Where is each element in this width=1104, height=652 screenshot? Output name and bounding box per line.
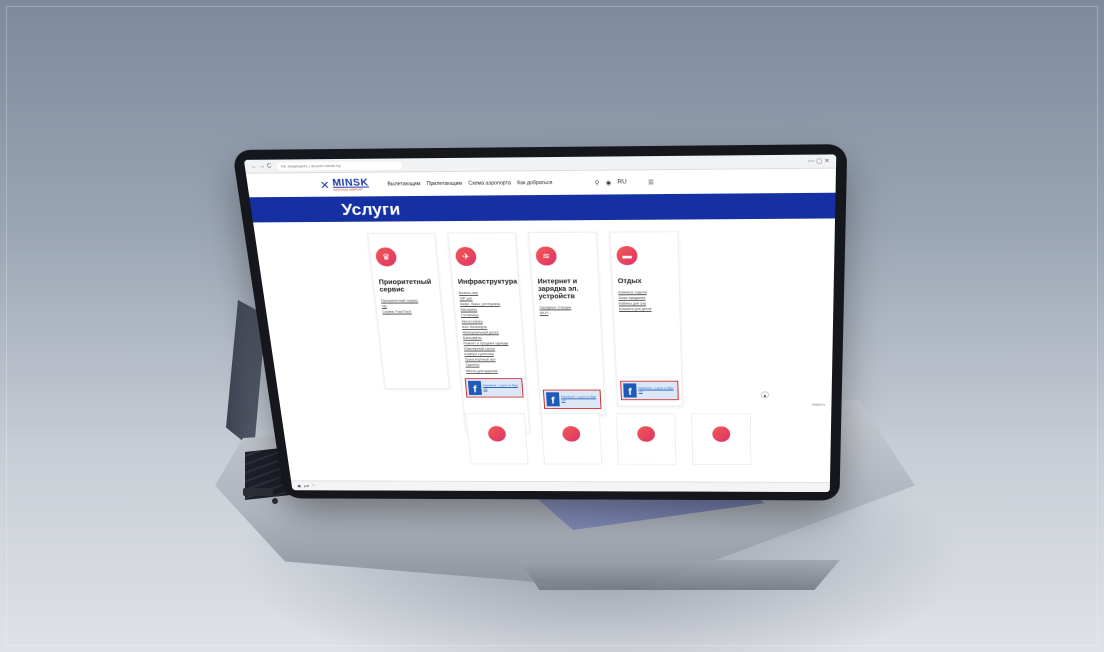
window-controls[interactable]: — ▢ ✕ <box>808 158 830 165</box>
crown-icon: ♛ <box>375 247 397 266</box>
card-links: Комнаты отдыха Зоны ожидания Кабины для … <box>618 289 674 312</box>
site-logo[interactable]: ✕ MINSK NATIONAL AIRPORT <box>319 178 369 191</box>
menu-item-departures[interactable]: Вылетающим <box>387 181 421 187</box>
bed-icon: ▬ <box>616 246 638 265</box>
hero-banner: Услуги <box>249 193 835 223</box>
card-links: Зарядные станции Wi-Fi <box>539 305 595 316</box>
chevron-up-icon[interactable]: ⌃ <box>312 484 316 488</box>
cookie-notice[interactable]: Закрыть <box>812 403 826 407</box>
language-switch[interactable]: RU <box>617 179 626 185</box>
facebook-link[interactable]: Facebook – Log in or Sign Up <box>483 384 520 391</box>
card-title: Интернет и зарядка эл. устройств <box>537 279 594 302</box>
download-bar: ▣ pdf ⌃ <box>291 480 830 492</box>
facebook-link[interactable]: Facebook – Log in or Sign Up <box>561 396 598 403</box>
laptop-bezel: ← → C Не защищено | airport-minsk.by — ▢… <box>232 144 847 500</box>
card-rest: ▬ Отдых Комнаты отдыха Зоны ожидания Каб… <box>609 231 683 406</box>
menu-item-airport-map[interactable]: Схема аэропорта <box>468 180 511 186</box>
service-icon <box>562 426 581 441</box>
facebook-icon: f <box>623 383 637 397</box>
address-bar[interactable]: Не защищено | airport-minsk.by <box>276 161 402 170</box>
facebook-widget[interactable]: f Facebook – Log in or Sign Up <box>543 390 602 409</box>
facebook-link[interactable]: Facebook – Log in or Sign Up <box>638 387 675 394</box>
page-title: Услуги <box>341 200 402 220</box>
browser-nav-buttons[interactable]: ← → C <box>251 163 272 169</box>
card-links: Бизнес-зал VIP-зал Кафе, бары, рестораны… <box>459 290 520 373</box>
menu-item-how-to-get[interactable]: Как добраться <box>517 180 553 186</box>
card-title: Приоритетный сервис <box>378 279 434 294</box>
card-link[interactable]: Место для курения <box>466 368 520 373</box>
hamburger-icon[interactable]: ☰ <box>648 179 654 186</box>
card-links: Приоритетный сервис Vip Сервис FastTrack <box>381 298 437 315</box>
main-menu: Вылетающим Прилетающим Схема аэропорта К… <box>387 180 552 187</box>
globe-icon[interactable]: ◉ <box>606 179 612 186</box>
logo-text: MINSK NATIONAL AIRPORT <box>332 178 370 191</box>
card-next-row <box>616 413 677 464</box>
card-infrastructure: ✈ Инфраструктура Бизнес-зал VIP-зал Кафе… <box>447 232 530 432</box>
card-link[interactable]: Сервис FastTrack <box>382 309 437 315</box>
card-priority-service: ♛ Приоритетный сервис Приоритетный серви… <box>367 233 450 389</box>
search-icon[interactable]: ⚲ <box>594 179 599 186</box>
card-link[interactable]: Комната для детей <box>619 307 675 313</box>
facebook-widget[interactable]: f Facebook – Log in or Sign Up <box>620 381 679 400</box>
scroll-top-button[interactable]: ▲ <box>761 391 769 398</box>
menu-item-arrivals[interactable]: Прилетающим <box>426 181 462 187</box>
facebook-widget[interactable]: f Facebook – Log in or Sign Up <box>465 378 524 397</box>
card-next-row <box>691 413 751 465</box>
card-internet-charging: ≋ Интернет и зарядка эл. устройств Заряд… <box>528 232 606 415</box>
header-tools: ⚲ ◉ RU ☰ <box>594 179 653 186</box>
download-file-name[interactable]: pdf <box>304 484 310 488</box>
card-link[interactable]: Wi-Fi <box>540 310 595 316</box>
file-icon: ▣ <box>297 484 301 488</box>
service-icon <box>488 426 507 441</box>
service-icon <box>712 426 730 442</box>
card-next-row <box>466 413 529 464</box>
laptop-display: ← → C Не защищено | airport-minsk.by — ▢… <box>244 154 836 492</box>
logo-sub: NATIONAL AIRPORT <box>333 188 369 191</box>
service-icon <box>637 426 655 441</box>
card-title: Инфраструктура <box>458 279 514 287</box>
wifi-icon: ≋ <box>535 246 557 265</box>
logo-mark-icon: ✕ <box>319 178 330 191</box>
facebook-icon: f <box>546 392 560 406</box>
plane-icon: ✈ <box>455 247 477 266</box>
services-cards: ♛ Приоритетный сервис Приоритетный серви… <box>253 218 835 490</box>
screen-wrap: ← → C Не защищено | airport-minsk.by — ▢… <box>0 0 1104 652</box>
facebook-icon: f <box>468 381 482 395</box>
card-title: Отдых <box>618 278 674 286</box>
card-next-row <box>541 413 603 464</box>
